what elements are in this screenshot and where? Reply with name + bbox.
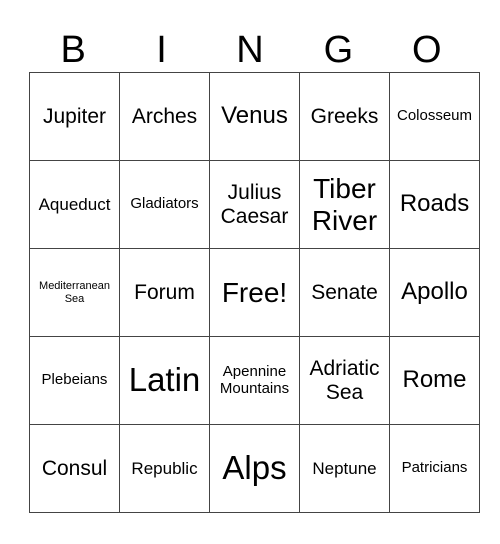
bingo-cell[interactable]: Mediterranean Sea	[29, 248, 120, 337]
bingo-row: Aqueduct Gladiators Julius Caesar Tiber Riv…	[29, 160, 480, 249]
bingo-cell[interactable]: Patricians	[389, 424, 480, 513]
header-letter-n: N	[236, 29, 264, 71]
bingo-cell[interactable]: Aqueduct	[29, 160, 120, 249]
bingo-cell[interactable]: Plebeians	[29, 336, 120, 425]
bingo-cell[interactable]: Senate	[299, 248, 390, 337]
bingo-cell[interactable]: Forum	[119, 248, 210, 337]
bingo-cell[interactable]: Apollo	[389, 248, 480, 337]
bingo-cell[interactable]: Consul	[29, 424, 120, 513]
bingo-cell[interactable]: Adriatic Sea	[299, 336, 390, 425]
bingo-cell[interactable]: Jupiter	[29, 72, 120, 161]
bingo-cell[interactable]: Greeks	[299, 72, 390, 161]
bingo-row: Consul Republic Alps Neptune Patricians	[29, 424, 480, 513]
header-letter-i: I	[156, 29, 167, 71]
bingo-cell[interactable]: Alps	[209, 424, 300, 513]
bingo-cell[interactable]: Julius Caesar	[209, 160, 300, 249]
bingo-cell[interactable]: Free!	[209, 248, 300, 337]
bingo-cell[interactable]: Rome	[389, 336, 480, 425]
bingo-cell[interactable]: Venus	[209, 72, 300, 161]
bingo-cell[interactable]: Colosseum	[389, 72, 480, 161]
header-letter-g: G	[323, 29, 354, 71]
bingo-grid: Jupiter Arches Venus Greeks Colosseum Aqueduc…	[29, 72, 480, 513]
bingo-cell[interactable]: Tiber River	[299, 160, 390, 249]
bingo-row: Jupiter Arches Venus Greeks Colosseum	[29, 72, 480, 161]
header-letter-b: B	[60, 29, 86, 71]
bingo-cell[interactable]: Republic	[119, 424, 210, 513]
bingo-row: Mediterranean Sea Forum Free! Senate Apollo	[29, 248, 480, 337]
bingo-cell[interactable]: Neptune	[299, 424, 390, 513]
bingo-row: Plebeians Latin Apennine Mountains Adriatic…	[29, 336, 480, 425]
bingo-cell[interactable]: Gladiators	[119, 160, 210, 249]
bingo-cell[interactable]: Arches	[119, 72, 210, 161]
header-letter-o: O	[411, 29, 442, 71]
bingo-cell[interactable]: Roads	[389, 160, 480, 249]
bingo-header: B I N G O	[29, 28, 471, 72]
bingo-cell[interactable]: Apennine Mountains	[209, 336, 300, 425]
bingo-cell[interactable]: Latin	[119, 336, 210, 425]
